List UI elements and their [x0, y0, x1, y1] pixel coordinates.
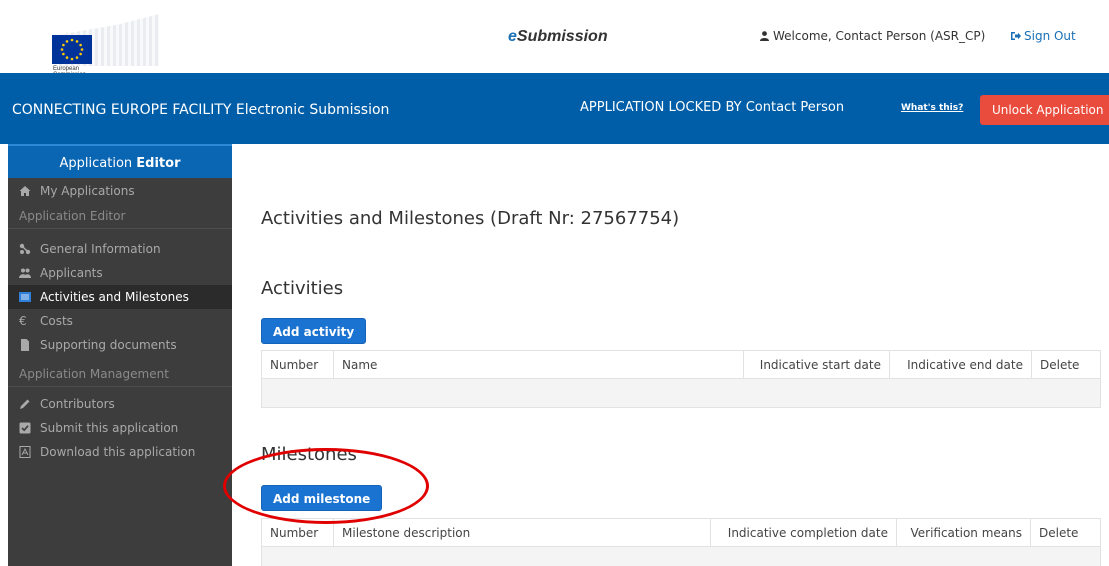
pencil-icon [20, 399, 30, 409]
sidebar-item-download[interactable]: Download this application [8, 440, 232, 464]
column-header-verification-means[interactable]: Verification means [896, 518, 1031, 547]
sidebar-section-management: Application Management [8, 362, 232, 387]
column-header-end-date[interactable]: Indicative end date [889, 350, 1032, 379]
welcome-text: Welcome, Contact Person (ASR_CP) [773, 29, 986, 43]
column-header-delete: Delete [1030, 518, 1101, 547]
column-header-completion-date[interactable]: Indicative completion date [710, 518, 897, 547]
page-title: Activities and Milestones (Draft Nr: 275… [261, 208, 680, 229]
sidebar-item-label: Supporting documents [40, 338, 177, 352]
sidebar-item-contributors[interactable]: Contributors [8, 392, 232, 416]
column-header-start-date[interactable]: Indicative start date [743, 350, 890, 379]
sidebar-item-label: Submit this application [40, 421, 179, 435]
esubmission-brand: eSubmission [508, 28, 608, 45]
unlock-application-button[interactable]: Unlock Application [980, 95, 1109, 125]
welcome-message: Welcome, Contact Person (ASR_CP) [760, 29, 985, 43]
sidebar-item-supporting-documents[interactable]: Supporting documents [8, 333, 232, 357]
sidebar-item-submit[interactable]: Submit this application [8, 416, 232, 440]
whats-this-link[interactable]: What's this? [901, 103, 963, 113]
sidebar-item-applicants[interactable]: Applicants [8, 261, 232, 285]
user-icon [760, 31, 769, 41]
home-icon [19, 186, 31, 196]
table-empty-row [261, 546, 1101, 566]
add-activity-button[interactable]: Add activity [261, 318, 367, 344]
file-icon [21, 339, 29, 351]
checkbox-icon [19, 422, 31, 434]
sidebar-item-label: My Applications [40, 184, 135, 198]
sign-out-link[interactable]: Sign Out [1011, 29, 1076, 43]
sidebar-item-label: Contributors [40, 397, 115, 411]
sidebar-heading: Application Editor [8, 144, 232, 178]
euro-icon: € [19, 314, 27, 328]
facility-title: CONNECTING EUROPE FACILITY Electronic Su… [12, 102, 390, 118]
milestones-table: Number Milestone description Indicative … [261, 518, 1101, 566]
table-empty-row [261, 378, 1101, 408]
sidebar-item-label: Activities and Milestones [40, 290, 189, 304]
sidebar-item-label: Costs [40, 314, 73, 328]
activities-heading: Activities [261, 278, 344, 299]
column-header-milestone-description[interactable]: Milestone description [333, 518, 711, 547]
sidebar-item-general-information[interactable]: General Information [8, 237, 232, 261]
column-header-name[interactable]: Name [333, 350, 744, 379]
top-header: European Commission eSubmission Welcome,… [0, 0, 1109, 78]
highlight-circle-annotation [223, 448, 429, 524]
application-band: CONNECTING EUROPE FACILITY Electronic Su… [0, 73, 1109, 144]
sidebar-item-label: Applicants [40, 266, 103, 280]
sign-out-icon [1011, 32, 1021, 40]
sidebar-item-costs[interactable]: € Costs [8, 309, 232, 333]
list-icon [19, 292, 31, 302]
column-header-delete: Delete [1031, 350, 1101, 379]
sidebar: Application Editor My Applications Appli… [8, 144, 232, 566]
eu-flag-icon [52, 35, 92, 64]
sidebar-item-my-applications[interactable]: My Applications [8, 179, 232, 203]
pdf-icon [19, 446, 31, 458]
activities-table: Number Name Indicative start date Indica… [261, 350, 1101, 408]
share-icon [19, 243, 31, 255]
sidebar-section-editor: Application Editor [8, 204, 232, 229]
users-icon [19, 268, 31, 278]
sidebar-item-label: General Information [40, 242, 161, 256]
european-commission-logo: European Commission [19, 8, 159, 78]
lock-status-text: APPLICATION LOCKED BY Contact Person [580, 100, 845, 115]
sidebar-item-label: Download this application [40, 445, 196, 459]
column-header-number[interactable]: Number [261, 350, 334, 379]
sidebar-item-activities-milestones[interactable]: Activities and Milestones [8, 285, 232, 309]
